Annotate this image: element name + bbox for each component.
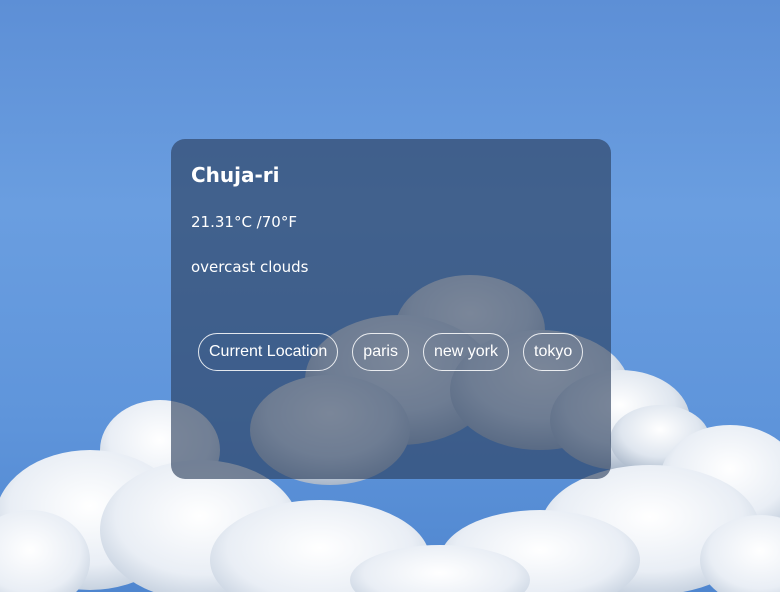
weather-card: Chuja-ri 21.31°C /70°F overcast clouds C… (171, 139, 611, 479)
location-buttons: Current Location paris new york tokyo (198, 333, 584, 371)
tokyo-button[interactable]: tokyo (523, 333, 584, 371)
paris-button[interactable]: paris (352, 333, 409, 371)
current-location-button[interactable]: Current Location (198, 333, 339, 371)
new-york-button[interactable]: new york (422, 333, 510, 371)
city-name: Chuja-ri (191, 163, 280, 187)
weather-description: overcast clouds (191, 258, 309, 276)
temperature-text: 21.31°C /70°F (191, 213, 297, 231)
